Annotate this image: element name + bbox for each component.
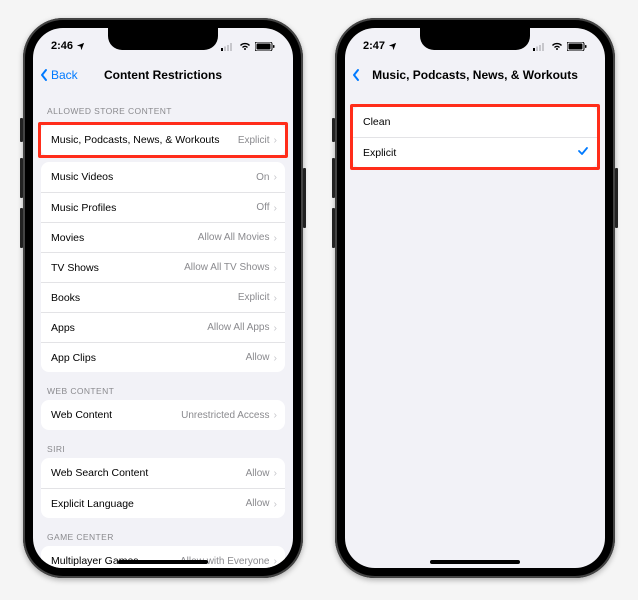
row-explicitlang[interactable]: Explicit Language Allow › <box>41 488 285 518</box>
chevron-right-icon: › <box>274 232 278 244</box>
row-value: On <box>256 172 269 183</box>
row-multiplayer[interactable]: Multiplayer Games Allow with Everyone › <box>41 546 285 568</box>
row-value: Explicit <box>238 135 270 146</box>
home-indicator[interactable] <box>430 560 520 564</box>
row-books[interactable]: Books Explicit › <box>41 282 285 312</box>
chevron-right-icon: › <box>274 352 278 364</box>
row-explicit[interactable]: Explicit <box>353 137 597 167</box>
page-title: Content Restrictions <box>104 68 222 82</box>
navbar: Music, Podcasts, News, & Workouts <box>345 58 605 92</box>
back-label: Back <box>51 68 78 82</box>
wifi-icon <box>239 42 251 51</box>
chevron-right-icon: › <box>274 134 278 146</box>
row-label: Web Content <box>51 409 181 421</box>
row-music-profiles[interactable]: Music Profiles Off › <box>41 192 285 222</box>
row-value: Allow All Apps <box>207 322 269 333</box>
row-movies[interactable]: Movies Allow All Movies › <box>41 222 285 252</box>
row-appclips[interactable]: App Clips Allow › <box>41 342 285 372</box>
page-title: Music, Podcasts, News, & Workouts <box>372 68 578 82</box>
row-label: Music, Podcasts, News, & Workouts <box>51 134 238 146</box>
row-label: TV Shows <box>51 262 184 274</box>
row-value: Unrestricted Access <box>181 410 269 421</box>
row-clean[interactable]: Clean <box>353 107 597 137</box>
notch <box>420 28 530 50</box>
section-header-web: WEB CONTENT <box>33 372 293 400</box>
phone-right: 2:47 Music, Podcasts, News, & Workouts C… <box>335 18 615 578</box>
row-label: Movies <box>51 232 198 244</box>
chevron-right-icon: › <box>274 498 278 510</box>
section-header-store: ALLOWED STORE CONTENT <box>33 92 293 120</box>
row-webcontent[interactable]: Web Content Unrestricted Access › <box>41 400 285 430</box>
row-music-videos[interactable]: Music Videos On › <box>41 162 285 192</box>
status-time: 2:47 <box>363 40 385 52</box>
row-value: Allow <box>246 352 270 363</box>
chevron-right-icon: › <box>274 292 278 304</box>
row-websearch[interactable]: Web Search Content Allow › <box>41 458 285 488</box>
location-icon <box>388 42 397 51</box>
row-label: Web Search Content <box>51 467 246 479</box>
row-label: App Clips <box>51 352 246 364</box>
chevron-left-icon <box>351 68 361 82</box>
row-label: Music Profiles <box>51 202 256 214</box>
battery-icon <box>567 42 587 51</box>
row-label: Music Videos <box>51 171 256 183</box>
chevron-right-icon: › <box>274 409 278 421</box>
wifi-icon <box>551 42 563 51</box>
back-button[interactable]: Back <box>39 68 78 82</box>
chevron-right-icon: › <box>274 171 278 183</box>
chevron-right-icon: › <box>274 555 278 567</box>
chevron-right-icon: › <box>274 322 278 334</box>
row-label: Clean <box>363 116 589 128</box>
row-label: Explicit Language <box>51 498 246 510</box>
row-label: Books <box>51 292 238 304</box>
section-header-siri: SIRI <box>33 430 293 458</box>
highlight-box: Music, Podcasts, News, & Workouts Explic… <box>38 122 288 158</box>
row-tv[interactable]: TV Shows Allow All TV Shows › <box>41 252 285 282</box>
row-value: Allow All Movies <box>198 232 270 243</box>
row-value: Allow <box>246 468 270 479</box>
chevron-right-icon: › <box>274 467 278 479</box>
chevron-left-icon <box>39 68 49 82</box>
row-music[interactable]: Music, Podcasts, News, & Workouts Explic… <box>41 125 285 155</box>
phone-left: 2:46 Back Content Restrictions ALLOWED S… <box>23 18 303 578</box>
notch <box>108 28 218 50</box>
battery-icon <box>255 42 275 51</box>
row-value: Off <box>256 202 269 213</box>
status-time: 2:46 <box>51 40 73 52</box>
row-value: Allow <box>246 498 270 509</box>
section-header-gc: GAME CENTER <box>33 518 293 546</box>
chevron-right-icon: › <box>274 262 278 274</box>
signal-icon <box>533 42 547 51</box>
row-apps[interactable]: Apps Allow All Apps › <box>41 312 285 342</box>
row-label: Explicit <box>363 147 577 159</box>
chevron-right-icon: › <box>274 202 278 214</box>
checkmark-icon <box>577 145 589 160</box>
navbar: Back Content Restrictions <box>33 58 293 92</box>
highlight-box: Clean Explicit <box>350 104 600 170</box>
row-value: Allow All TV Shows <box>184 262 269 273</box>
location-icon <box>76 42 85 51</box>
home-indicator[interactable] <box>118 560 208 564</box>
row-label: Apps <box>51 322 207 334</box>
row-value: Explicit <box>238 292 270 303</box>
back-button[interactable] <box>351 68 361 82</box>
signal-icon <box>221 42 235 51</box>
